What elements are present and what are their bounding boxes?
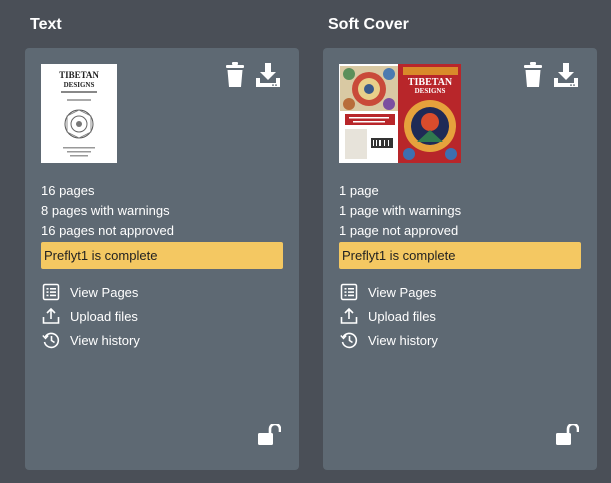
product-card-text: TIBETAN DESIGNS 16 pages 8 pages with wa… xyxy=(25,48,299,470)
unlock-icon[interactable] xyxy=(555,424,579,446)
upload-icon xyxy=(42,307,60,324)
page-count: 16 pages xyxy=(41,183,95,198)
trash-icon[interactable] xyxy=(522,62,544,88)
upload-files-link[interactable]: Upload files xyxy=(42,306,138,326)
thumb-title-1: TIBETAN xyxy=(59,70,99,80)
view-pages-link[interactable]: View Pages xyxy=(42,282,138,302)
unlock-icon[interactable] xyxy=(257,424,281,446)
history-icon xyxy=(340,332,358,349)
view-pages-label: View Pages xyxy=(368,284,437,300)
history-icon xyxy=(42,332,60,349)
trash-icon[interactable] xyxy=(224,62,246,88)
column-title: Text xyxy=(30,16,62,33)
view-history-link[interactable]: View history xyxy=(340,330,438,350)
product-card-soft-cover: TIBETAN DESIGNS 1 page 1 page with warni… xyxy=(323,48,597,470)
cover-title-2: DESIGNS xyxy=(415,87,446,95)
page-stats: 1 page 1 page with warnings 1 page not a… xyxy=(339,181,461,241)
upload-files-link[interactable]: Upload files xyxy=(340,306,436,326)
not-approved-count: 16 pages not approved xyxy=(41,223,174,238)
page-thumbnail[interactable]: TIBETAN DESIGNS xyxy=(41,64,117,163)
cover-thumbnail[interactable]: TIBETAN DESIGNS xyxy=(339,64,461,163)
column-title: Soft Cover xyxy=(328,16,409,33)
not-approved-count: 1 page not approved xyxy=(339,223,459,238)
page-stats: 16 pages 8 pages with warnings 16 pages … xyxy=(41,181,174,241)
page-count: 1 page xyxy=(339,183,379,198)
upload-files-label: Upload files xyxy=(368,308,436,324)
view-pages-label: View Pages xyxy=(70,284,139,300)
view-history-label: View history xyxy=(368,332,438,348)
list-icon xyxy=(340,283,358,301)
upload-icon xyxy=(340,307,358,324)
status-badge: Preflyt1 is complete xyxy=(339,242,581,269)
view-history-link[interactable]: View history xyxy=(42,330,140,350)
list-icon xyxy=(42,283,60,301)
view-pages-link[interactable]: View Pages xyxy=(340,282,436,302)
download-icon[interactable] xyxy=(255,62,281,88)
download-icon[interactable] xyxy=(553,62,579,88)
status-badge: Preflyt1 is complete xyxy=(41,242,283,269)
warnings-count: 1 page with warnings xyxy=(339,203,462,218)
thumb-title-2: DESIGNS xyxy=(64,81,95,89)
warnings-count: 8 pages with warnings xyxy=(41,203,170,218)
upload-files-label: Upload files xyxy=(70,308,138,324)
view-history-label: View history xyxy=(70,332,140,348)
